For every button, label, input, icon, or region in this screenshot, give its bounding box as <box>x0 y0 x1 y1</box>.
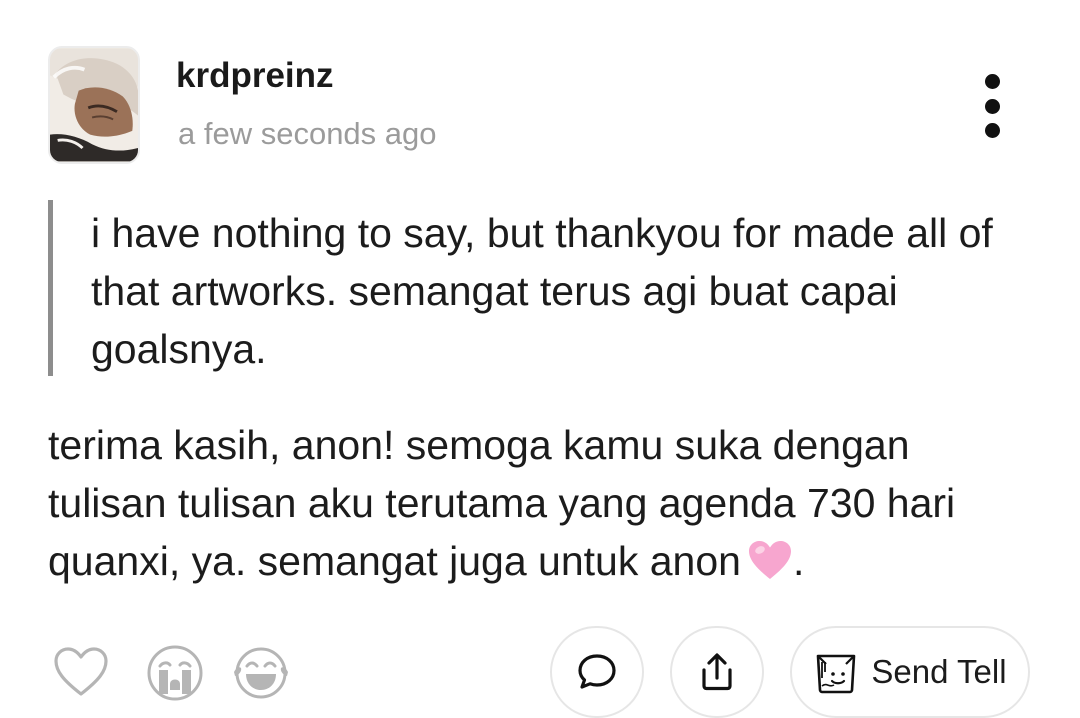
more-dot-icon <box>984 123 1000 138</box>
question-quote: i have nothing to say, but thankyou for … <box>48 200 1038 376</box>
answer-end: . <box>792 538 805 584</box>
more-dot-icon <box>984 98 1000 114</box>
tell-post-card: krdpreinz a few seconds ago i have nothi… <box>0 0 1080 718</box>
laughing-face-icon[interactable] <box>232 644 290 702</box>
crying-face-icon[interactable] <box>146 644 204 702</box>
comment-button[interactable] <box>550 626 644 718</box>
timestamp: a few seconds ago <box>178 116 437 151</box>
answer-text-block: terima kasih, anon! semoga kamu suka den… <box>48 416 1038 596</box>
speech-bubble-icon <box>578 654 616 689</box>
send-tell-label: Send Tell <box>871 653 1007 690</box>
tell-bag-icon <box>817 654 856 694</box>
heart-icon[interactable] <box>52 644 110 702</box>
send-tell-button[interactable]: Send Tell <box>790 626 1030 718</box>
username[interactable]: krdpreinz <box>176 56 334 96</box>
avatar[interactable] <box>48 46 140 164</box>
share-button[interactable] <box>670 626 764 718</box>
more-options-button[interactable] <box>968 68 1016 144</box>
pink-heart-icon <box>747 538 793 596</box>
more-dot-icon <box>984 74 1000 89</box>
answer-text: terima kasih, anon! semoga kamu suka den… <box>48 422 956 584</box>
avatar-image <box>50 48 138 162</box>
share-icon <box>702 653 732 691</box>
